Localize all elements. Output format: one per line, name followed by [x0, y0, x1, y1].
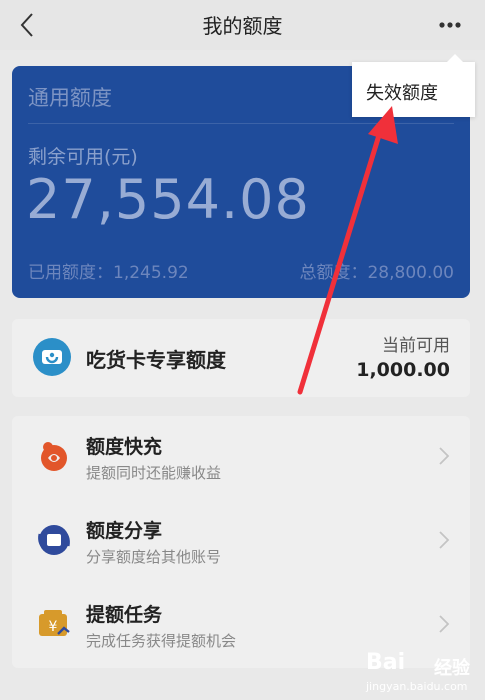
watermark-url: jingyan.baidu.com: [366, 680, 468, 693]
card-title: 通用额度: [28, 86, 112, 110]
card-divider: [28, 123, 454, 124]
snack-card-label: 吃货卡专享额度: [86, 348, 226, 372]
total-label: 总额度：: [299, 263, 368, 283]
more-options-button[interactable]: [430, 10, 470, 40]
list-item-share[interactable]: 额度分享 分享额度给其他账号: [12, 500, 470, 584]
chevron-right-icon: [439, 447, 450, 465]
navigation-bar: 我的额度: [0, 0, 485, 50]
feature-title: 提额任务: [86, 604, 163, 626]
snack-card-credit[interactable]: 吃货卡专享额度 当前可用 1,000.00: [12, 319, 470, 397]
snack-card-icon: [33, 338, 71, 376]
available-amount: 1,000.00: [356, 359, 450, 381]
list-item-quick-charge[interactable]: 额度快充 提额同时还能赚收益: [12, 416, 470, 500]
chevron-right-icon: [439, 531, 450, 549]
available-label: 当前可用: [382, 336, 450, 356]
more-dots-icon: [439, 22, 461, 28]
remaining-label: 剩余可用(元): [28, 146, 138, 168]
feature-subtitle: 提额同时还能赚收益: [86, 464, 222, 482]
feature-subtitle: 完成任务获得提额机会: [86, 632, 237, 650]
feature-title: 额度分享: [86, 520, 163, 542]
feature-subtitle: 分享额度给其他账号: [86, 548, 222, 566]
page-title: 我的额度: [202, 14, 283, 38]
total-value: 28,800.00: [367, 263, 454, 283]
menu-item-invalid-credit[interactable]: 失效额度: [366, 79, 438, 105]
feature-title: 额度快充: [86, 436, 163, 458]
share-icon: [38, 525, 70, 555]
watermark-text: 经验: [434, 658, 470, 679]
task-icon: ¥: [39, 610, 70, 636]
watermark-logo: Bai: [366, 650, 406, 675]
dropdown-menu: 失效额度: [352, 54, 475, 117]
chevron-right-icon: [439, 615, 450, 633]
used-credit: 已用额度：1,245.92: [28, 258, 189, 283]
used-label: 已用额度：: [28, 263, 113, 283]
quick-charge-icon: [41, 442, 67, 471]
svg-text:¥: ¥: [49, 619, 58, 635]
used-value: 1,245.92: [113, 263, 189, 283]
total-credit: 总额度：28,800.00: [299, 258, 454, 283]
baidu-watermark: Bai 经验 jingyan.baidu.com: [362, 646, 482, 700]
remaining-amount: 27,554.08: [26, 168, 310, 231]
feature-list: 额度快充 提额同时还能赚收益 额度分享 分享额度给其他账号 ¥ 提额任务 完成任…: [12, 416, 470, 668]
